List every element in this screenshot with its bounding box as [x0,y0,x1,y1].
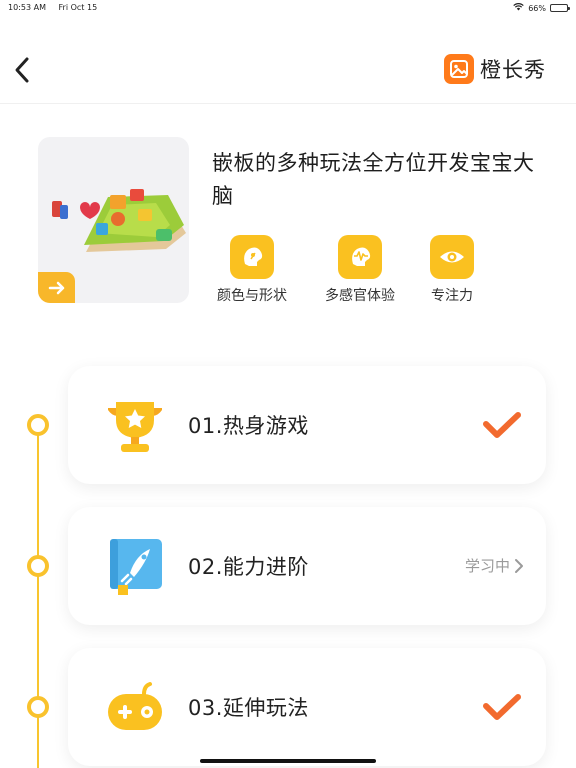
skill-tag-color-shape: 颜色与形状 [208,235,296,305]
game-controller-icon [104,676,166,738]
chevron-left-icon [15,57,29,83]
skill-tag-label: 专注力 [431,288,473,304]
status-time: 10:53 AM [8,3,46,12]
step-card-advanced[interactable]: 02.能力进阶 学习中 [68,507,546,625]
skill-tag-multi-sense: 多感官体验 [316,235,404,305]
brand-name: 橙长秀 [480,58,546,82]
color-shape-icon [230,235,274,279]
nav-bar: 橙长秀 [0,40,576,104]
battery-percent: 66% [528,3,546,13]
step-status[interactable]: 学习中 [465,555,524,576]
status-label: 学习中 [464,557,510,575]
lesson-title: 嵌板的多种玩法全方位开发宝宝大脑 [212,151,535,208]
book-icon [104,535,166,597]
skill-tag-focus: 专注力 [424,235,480,305]
step-title: 02.能力进阶 [188,555,309,579]
skill-tag-label: 多感官体验 [325,288,395,304]
picture-icon [444,54,474,84]
brand[interactable]: 橙长秀 [444,54,546,84]
skill-tags: 颜色与形状 多感官体验 专注力 [208,235,480,305]
battery-icon [550,4,570,12]
back-button[interactable] [6,52,38,88]
skill-tag-label: 颜色与形状 [217,288,287,304]
status-bar: 10:53 AM Fri Oct 15 66% [0,0,576,16]
timeline-dot [27,696,49,718]
checkmark-icon [482,410,522,440]
checkmark-icon [482,692,522,722]
step-title: 03.延伸玩法 [188,696,309,720]
multi-sense-icon [338,235,382,279]
thumbnail-arrow-button[interactable] [38,272,75,303]
status-date: Fri Oct 15 [58,3,98,12]
home-indicator [200,759,376,763]
arrow-right-icon [48,281,64,294]
timeline-dot [27,414,49,436]
wifi-icon [513,3,524,13]
step-card-extension[interactable]: 03.延伸玩法 [68,648,546,766]
step-card-warmup[interactable]: 01.热身游戏 [68,366,546,484]
eye-icon [430,235,474,279]
step-title: 01.热身游戏 [188,414,309,438]
chevron-right-icon [515,558,523,573]
product-thumbnail[interactable] [38,137,189,303]
lesson-header: 嵌板的多种玩法全方位开发宝宝大脑 颜色与形状 多感官体验 专注力 [38,137,558,307]
timeline-dot [27,555,49,577]
trophy-icon [104,394,166,456]
